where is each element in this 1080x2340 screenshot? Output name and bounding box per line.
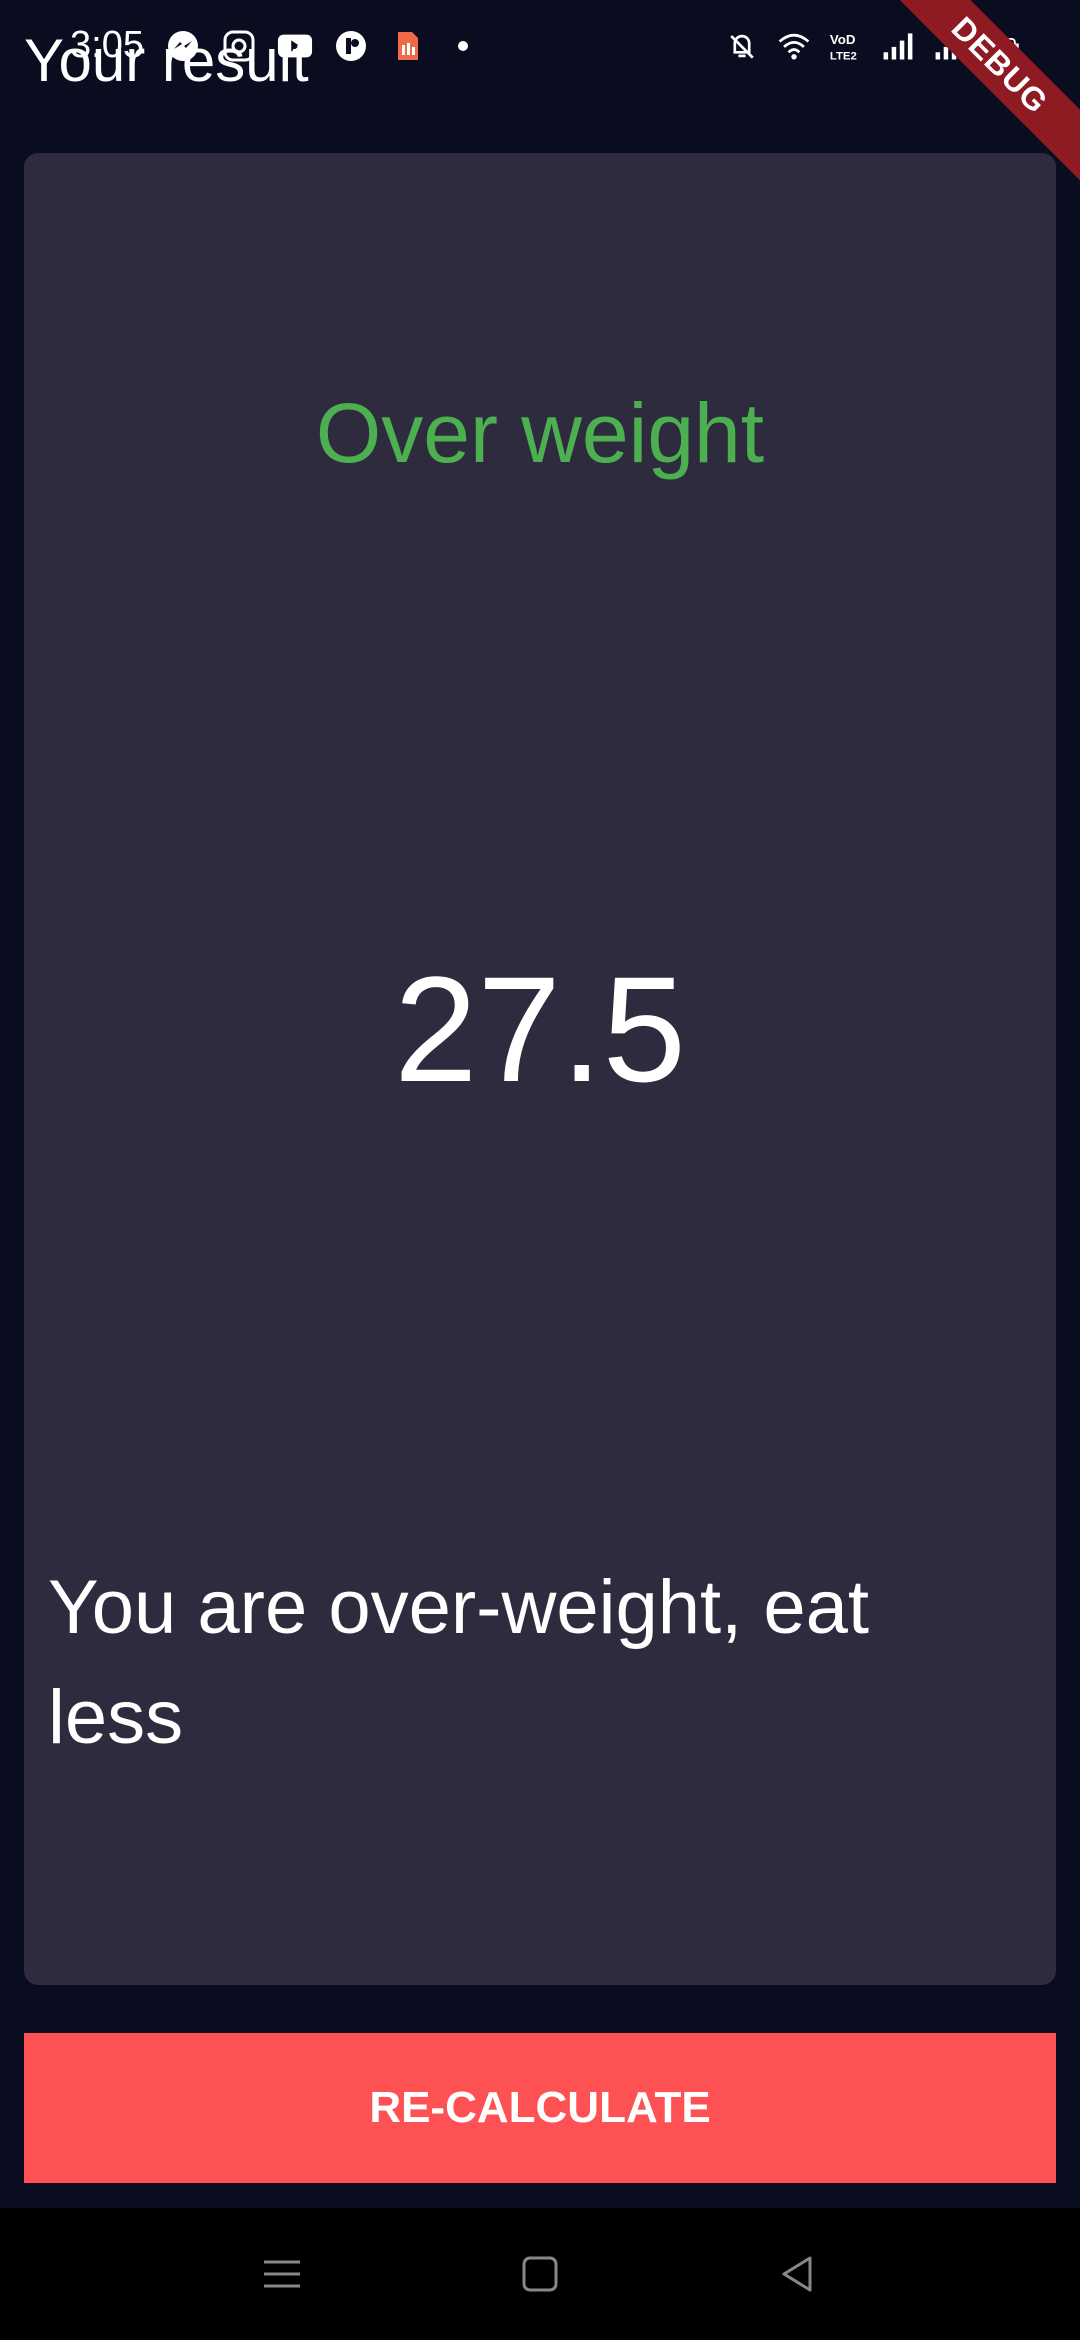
app-icon <box>333 28 369 64</box>
page-title: Your result <box>24 27 309 94</box>
menu-icon[interactable] <box>252 2244 312 2304</box>
svg-text:LTE2: LTE2 <box>830 50 857 62</box>
bmi-value: 27.5 <box>394 945 686 1113</box>
volte-icon: VoD LTE2 <box>828 28 864 64</box>
recalculate-button[interactable]: RE-CALCULATE <box>24 2033 1056 2183</box>
dot-icon <box>445 28 481 64</box>
result-status: Over weight <box>315 386 765 480</box>
result-screen: 3:05 VoD LTE2 DEBUG Your result Over wei… <box>0 0 1080 2340</box>
sim-icon <box>389 28 425 64</box>
bmi-advice: You are over-weight, eat less <box>48 1565 870 1760</box>
mute-icon <box>724 28 760 64</box>
svg-text:VoD: VoD <box>830 32 856 47</box>
navigation-bar <box>0 2208 1080 2340</box>
home-icon[interactable] <box>510 2244 570 2304</box>
signal-icon <box>880 28 916 64</box>
result-card: Over weight 27.5 You are over-weight, ea… <box>24 153 1056 1985</box>
wifi-icon <box>776 28 812 64</box>
back-icon[interactable] <box>768 2244 828 2304</box>
